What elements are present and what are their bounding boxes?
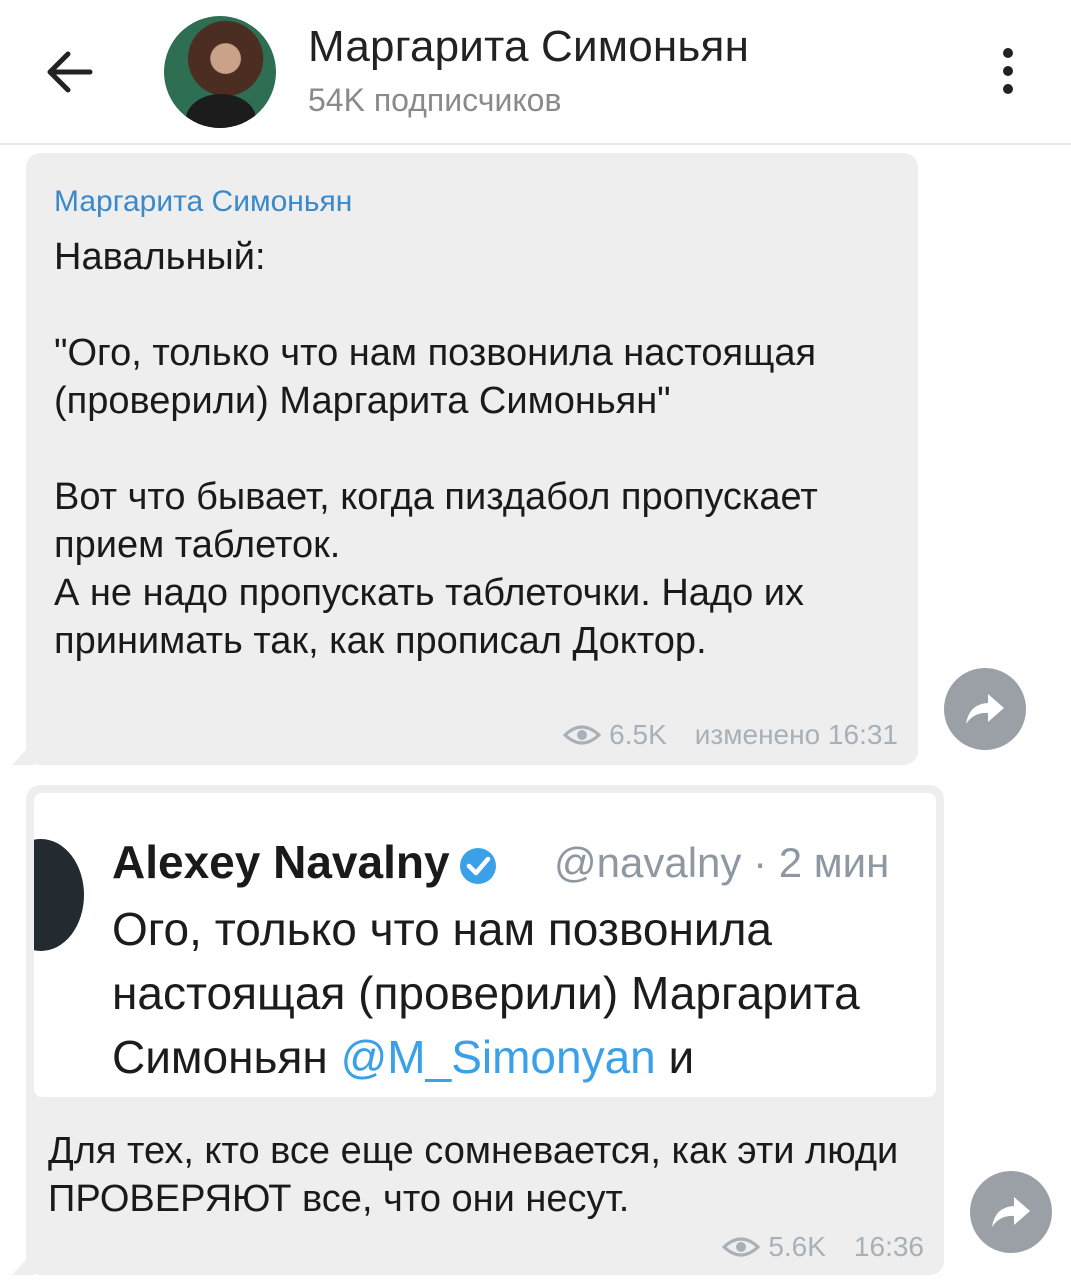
channel-title[interactable]: Маргарита Симоньян xyxy=(308,22,749,72)
more-vertical-icon[interactable] xyxy=(996,48,1020,102)
message-meta: 5.6K 16:36 xyxy=(722,1231,924,1263)
view-count: 6.5K xyxy=(609,719,667,750)
subscriber-count: 54K подписчиков xyxy=(308,82,562,118)
message-caption: Для тех, кто все еще сомневается, как эт… xyxy=(48,1130,899,1220)
message-text: Навальный: "Ого, только что нам позвонил… xyxy=(54,236,818,662)
tweet-handle: @navalny · 2 мин xyxy=(554,839,890,886)
eye-icon xyxy=(563,725,602,745)
tweet-text: Ого, только что нам позвонила настоящая … xyxy=(112,903,860,1083)
eye-icon xyxy=(722,1237,761,1257)
message-feed[interactable]: Маргарита Симоньян Навальный: "Ого, толь… xyxy=(0,145,1071,1280)
message-bubble[interactable]: Alexey Navalny @navalny · 2 мин Ого, тол… xyxy=(26,785,944,1275)
edited-time: изменено 16:31 xyxy=(694,719,898,750)
tweet-screenshot-image[interactable]: Alexey Navalny @navalny · 2 мин Ого, тол… xyxy=(34,793,936,1097)
tweet-mention: @M_Simonyan xyxy=(340,1031,656,1083)
arrow-left-icon[interactable] xyxy=(40,42,100,102)
tweet-avatar xyxy=(34,839,84,951)
forward-button[interactable] xyxy=(970,1171,1052,1253)
verified-badge-icon xyxy=(459,847,496,884)
message-time: 16:36 xyxy=(853,1231,924,1262)
channel-avatar[interactable] xyxy=(164,16,276,128)
share-forward-icon xyxy=(966,694,1004,724)
message-author[interactable]: Маргарита Симоньян xyxy=(54,185,352,219)
tweet-author-name: Alexey Navalny xyxy=(112,835,498,889)
channel-header: Маргарита Симоньян 54K подписчиков xyxy=(0,0,1071,145)
share-forward-icon xyxy=(992,1197,1030,1227)
message-meta: 6.5K изменено 16:31 xyxy=(563,719,898,751)
forward-button[interactable] xyxy=(944,668,1026,750)
view-count: 5.6K xyxy=(768,1231,826,1262)
message-bubble[interactable]: Маргарита Симоньян Навальный: "Ого, толь… xyxy=(26,153,918,765)
